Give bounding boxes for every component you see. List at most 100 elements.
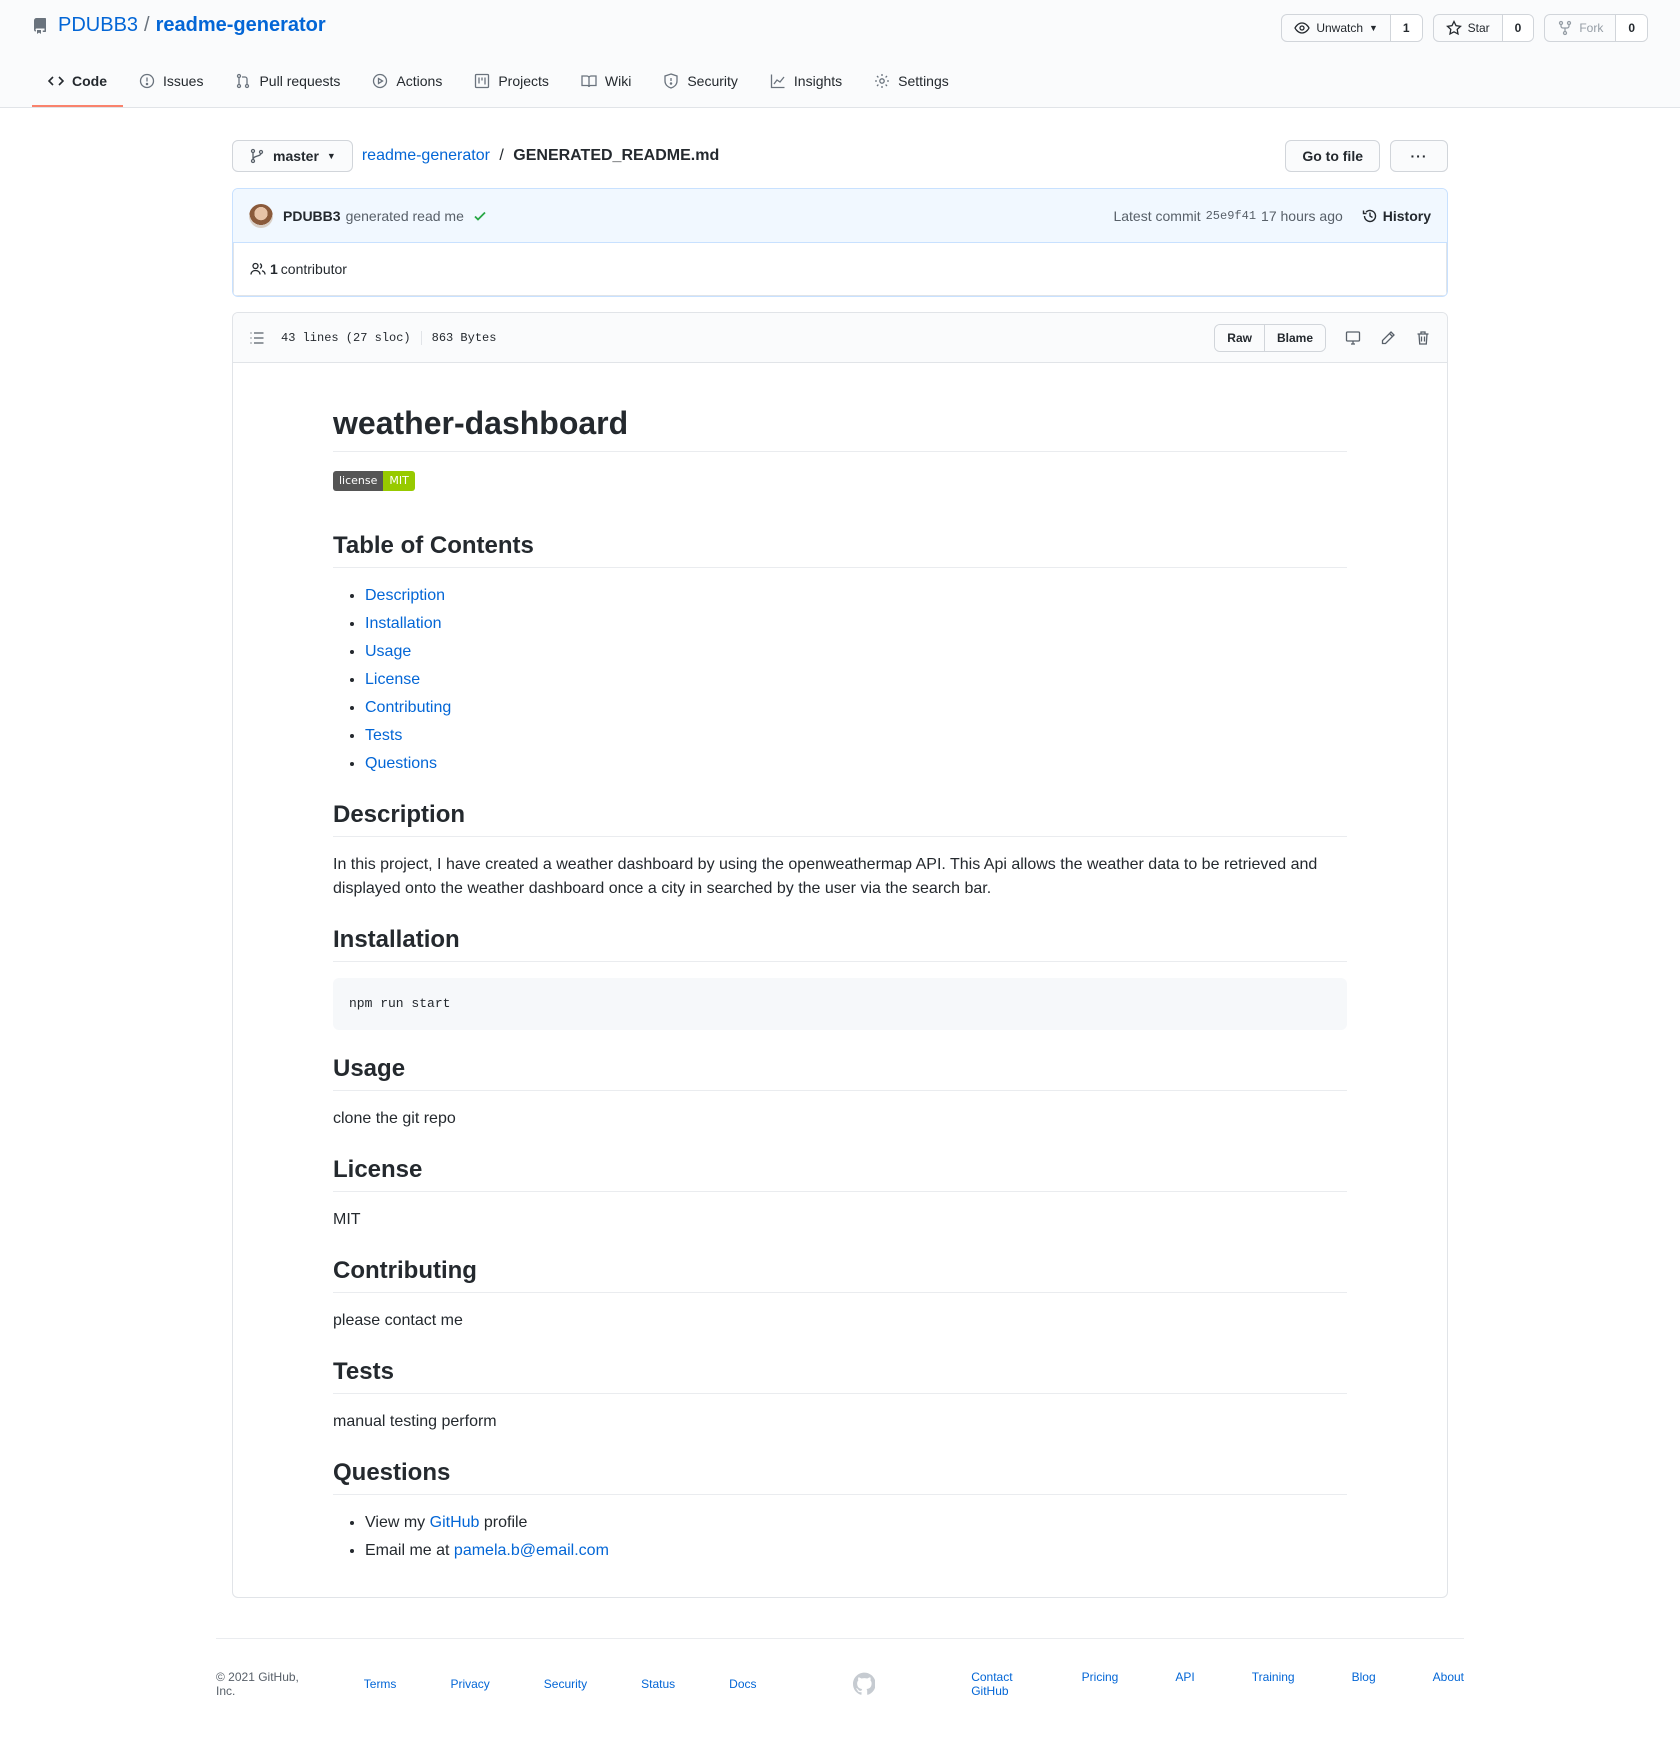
license-text: MIT — [333, 1210, 361, 1228]
footer-link-privacy[interactable]: Privacy — [450, 1677, 489, 1691]
branch-name: master — [273, 148, 319, 164]
usage-heading: Usage — [333, 1054, 1347, 1091]
github-profile-link[interactable]: GitHub — [430, 1514, 480, 1531]
list-icon[interactable] — [249, 330, 265, 346]
tab-actions[interactable]: Actions — [356, 57, 458, 107]
repo-name-link[interactable]: readme-generator — [156, 14, 326, 37]
breadcrumb-repo-link[interactable]: readme-generator — [362, 147, 490, 164]
github-logo-icon[interactable] — [852, 1672, 876, 1696]
toc-heading: Table of Contents — [333, 531, 1347, 569]
watch-count[interactable]: 1 — [1389, 15, 1422, 41]
repo-title-separator: / — [144, 14, 150, 36]
tab-wiki[interactable]: Wiki — [565, 57, 647, 107]
footer-link-terms[interactable]: Terms — [364, 1677, 397, 1691]
latest-commit-label: Latest commit — [1113, 207, 1201, 224]
list-item: Questions — [365, 752, 1347, 776]
description-heading: Description — [333, 800, 1347, 838]
question-text: profile — [483, 1513, 528, 1531]
footer-copyright: © 2021 GitHub, Inc. — [216, 1669, 299, 1698]
tests-heading: Tests — [333, 1357, 1347, 1394]
toc-link-description[interactable]: Description — [365, 587, 445, 604]
license-heading: License — [333, 1155, 1347, 1192]
contributors-row[interactable]: 1 contributor — [233, 243, 1447, 296]
repo-title: PDUBB3 / readme-generator — [32, 14, 326, 37]
toc-link-contributing[interactable]: Contributing — [365, 699, 451, 716]
footer-links-left: Terms Privacy Security Status Docs — [364, 1677, 757, 1691]
description-text: In this project, I have created a weathe… — [333, 856, 1318, 898]
toc-link-license[interactable]: License — [365, 671, 420, 688]
footer-link-contact[interactable]: Contact GitHub — [971, 1670, 1024, 1698]
readme-title: weather-dashboard — [333, 403, 1347, 452]
tab-security[interactable]: Security — [647, 57, 754, 107]
footer-link-security[interactable]: Security — [544, 1677, 587, 1691]
file-navigation: master ▼ readme-generator / GENERATED_RE… — [232, 140, 1448, 172]
more-options-button[interactable]: ··· — [1390, 140, 1448, 172]
tab-settings[interactable]: Settings — [858, 57, 965, 107]
star-button-group: Star 0 — [1432, 14, 1535, 42]
toc-link-tests[interactable]: Tests — [365, 727, 402, 744]
tab-insights[interactable]: Insights — [754, 57, 858, 107]
email-link[interactable]: pamela.b@email.com — [454, 1542, 609, 1559]
gear-icon — [875, 74, 890, 88]
unwatch-button[interactable]: Unwatch ▼ — [1282, 15, 1390, 41]
star-count[interactable]: 0 — [1501, 15, 1534, 41]
pencil-icon[interactable] — [1380, 330, 1396, 346]
go-to-file-button[interactable]: Go to file — [1285, 140, 1380, 172]
usage-text: clone the git repo — [333, 1109, 456, 1127]
list-item: Installation — [365, 612, 1347, 636]
file-header: 43 lines (27 sloc) 863 Bytes Raw Blame — [233, 313, 1447, 363]
list-item: Usage — [365, 640, 1347, 664]
blame-button[interactable]: Blame — [1263, 324, 1325, 351]
repo-nav-tabs: Code Issues Pull requests Actions Projec… — [32, 57, 965, 107]
raw-button[interactable]: Raw — [1215, 324, 1264, 351]
breadcrumb: readme-generator / GENERATED_README.md — [362, 147, 719, 165]
tab-projects[interactable]: Projects — [458, 57, 565, 107]
caret-down-icon: ▼ — [1369, 23, 1378, 33]
check-icon[interactable] — [472, 208, 488, 224]
tab-label: Code — [72, 73, 107, 89]
contributing-heading: Contributing — [333, 1256, 1347, 1293]
footer-link-training[interactable]: Training — [1252, 1670, 1295, 1698]
tab-pull-requests[interactable]: Pull requests — [219, 57, 356, 107]
shield-icon — [664, 73, 678, 89]
toc-link-questions[interactable]: Questions — [365, 755, 437, 772]
fork-button[interactable]: Fork — [1545, 15, 1615, 41]
commit-sha-link[interactable]: 25e9f41 — [1206, 209, 1256, 223]
footer-link-status[interactable]: Status — [641, 1677, 675, 1691]
footer-link-about[interactable]: About — [1433, 1670, 1464, 1698]
footer-link-pricing[interactable]: Pricing — [1082, 1670, 1119, 1698]
avatar[interactable] — [249, 203, 273, 228]
fork-count[interactable]: 0 — [1615, 15, 1647, 41]
desktop-icon[interactable] — [1345, 330, 1361, 346]
footer-link-docs[interactable]: Docs — [729, 1677, 756, 1691]
tab-label: Settings — [898, 73, 949, 89]
commit-meta: Latest commit 25e9f41 17 hours ago Histo… — [1113, 208, 1431, 224]
file-viewer: 43 lines (27 sloc) 863 Bytes Raw Blame w… — [232, 312, 1448, 1598]
question-text: Email me at — [365, 1541, 450, 1559]
toc-link-usage[interactable]: Usage — [365, 643, 411, 660]
star-button[interactable]: Star — [1434, 15, 1502, 41]
history-link[interactable]: History — [1362, 208, 1431, 224]
tab-label: Insights — [793, 73, 843, 89]
toc-link-installation[interactable]: Installation — [365, 615, 442, 632]
license-badge[interactable]: license MIT — [333, 471, 415, 492]
repo-owner-link[interactable]: PDUBB3 — [58, 14, 138, 37]
footer-link-blog[interactable]: Blog — [1352, 1670, 1376, 1698]
trash-icon[interactable] — [1415, 330, 1431, 346]
history-icon — [1362, 209, 1376, 222]
file-tools: Raw Blame — [1214, 323, 1431, 352]
caret-down-icon: ▼ — [326, 151, 336, 161]
repo-header: PDUBB3 / readme-generator Unwatch ▼ 1 St… — [0, 0, 1680, 108]
questions-list: View my GitHub profile Email me at pamel… — [333, 1511, 1347, 1563]
contributor-count: 1 — [270, 261, 278, 277]
footer-link-api[interactable]: API — [1175, 1670, 1194, 1698]
tab-code[interactable]: Code — [32, 57, 123, 107]
tab-issues[interactable]: Issues — [123, 57, 219, 107]
commit-message-link[interactable]: generated read me — [346, 208, 464, 224]
branch-select-button[interactable]: master ▼ — [232, 140, 353, 172]
repo-actions: Unwatch ▼ 1 Star 0 Fork 0 — [1281, 14, 1648, 42]
commit-info-box: PDUBB3 generated read me Latest commit 2… — [232, 188, 1448, 297]
fork-label: Fork — [1579, 21, 1604, 35]
list-item: Contributing — [365, 696, 1347, 720]
commit-author-link[interactable]: PDUBB3 — [283, 208, 341, 224]
